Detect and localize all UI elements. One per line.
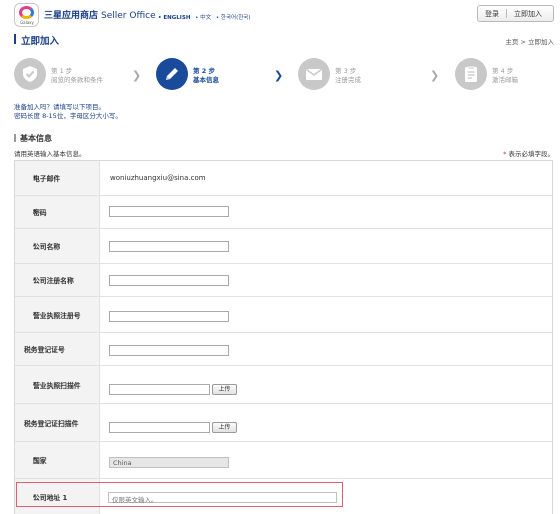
envelope-icon [298,58,330,90]
clipboard-icon [455,58,487,90]
lang-english[interactable]: • ENGLISH [158,15,190,21]
step-4-label: 第 4 步激活邮箱 [492,67,518,84]
section-title: 基本信息 [14,133,52,144]
step-3-label: 第 3 步注册完成 [335,67,361,84]
tax-scan-row: 税务登记证扫描件 上传 [15,404,552,442]
tax-upload-button[interactable]: 上传 [212,422,237,433]
galaxy-ring-icon [19,6,34,19]
language-selector: • ENGLISH • 中文 • 한국어(한국) [158,13,254,21]
signup-notes: 准备加入吗？请填写以下项目。 密码长度 8-15位，字母区分大小写。 [14,103,122,121]
note-line-2: 密码长度 8-15位，字母区分大小写。 [14,112,122,120]
address1-placeholder: 仅限英文输入。 [112,496,158,504]
signup-button[interactable]: 立即加入 [507,9,549,19]
address1-input[interactable]: 仅限英文输入。 [108,492,337,504]
password-label: 密码 * [15,196,100,228]
chevron-right-icon: ❯ [430,69,440,82]
email-label: 电子邮件 * [15,161,100,195]
section-hint: 请用英语输入基本信息。 [14,150,86,158]
chevron-right-icon: ❯ [132,69,142,82]
section-accent-bar [14,134,16,142]
company-reg-input[interactable] [109,275,229,286]
chevron-right-icon: ❯ [274,69,284,82]
license-upload-button[interactable]: 上传 [212,384,237,395]
email-row: 电子邮件 * woniuzhuangxiu@sina.com [15,161,552,196]
header: Galaxy 三星应用商店 Seller Office • ENGLISH • 中… [0,0,560,30]
country-row: 国家 * China [15,442,552,479]
breadcrumb: 主页 > 立即加入 [505,38,554,46]
login-button[interactable]: 登录 [478,9,506,19]
license-no-label: 营业执照注册号 * [15,297,100,332]
company-reg-label: 公司注册名称 * [15,264,100,296]
tax-scan-file-input[interactable] [109,422,210,433]
account-buttons: 登录 立即加入 [477,5,554,22]
page-title: 立即加入 [21,36,60,47]
title-accent-bar [14,34,16,44]
brand-title[interactable]: 三星应用商店 Seller Office [44,8,156,21]
note-line-1: 准备加入吗？请填写以下项目。 [14,103,105,111]
step-2-label: 第 2 步基本信息 [193,67,219,84]
brand-subtitle: Seller Office [101,11,156,21]
lang-chinese[interactable]: • 中文 [195,15,211,21]
country-field: China [109,457,229,468]
title-row: 立即加入 主页 > 立即加入 [0,30,560,48]
tax-no-input[interactable] [109,345,229,356]
license-no-row: 营业执照注册号 * [15,297,552,333]
brand-name: 三星应用商店 [44,11,99,21]
tax-no-row: 税务登记证号 [15,333,552,366]
password-input[interactable] [109,206,229,217]
license-scan-label: 营业执照扫描件 * [15,366,100,403]
required-note: * 表示必填字段。 [503,150,554,158]
license-no-input[interactable] [109,311,229,322]
country-label: 国家 * [15,442,100,478]
password-row: 密码 * [15,196,552,229]
company-row: 公司名称 * [15,229,552,264]
tax-scan-label: 税务登记证扫描件 [15,404,100,441]
email-value: woniuzhuangxiu@sina.com [110,174,206,182]
galaxy-logo[interactable]: Galaxy [14,3,39,27]
company-input[interactable] [109,241,229,252]
pencil-icon [156,58,188,90]
license-scan-row: 营业执照扫描件 * 上传 [15,366,552,404]
license-scan-file-input[interactable] [109,384,210,395]
lang-korean[interactable]: • 한국어(한국) [216,15,251,21]
signup-steps: 第 1 步阅览的条款和条件 ❯ 第 2 步基本信息 ❯ 第 3 步注册完成 ❯ … [0,57,560,97]
country-value: China [113,459,132,467]
company-reg-row: 公司注册名称 * [15,264,552,297]
basic-info-form: 电子邮件 * woniuzhuangxiu@sina.com 密码 * 公司名称… [14,160,553,514]
company-label: 公司名称 * [15,229,100,263]
step-1-label: 第 1 步阅览的条款和条件 [51,67,103,84]
logo-caption: Galaxy [20,20,34,25]
tax-no-label: 税务登记证号 [15,333,100,365]
shield-check-icon [14,58,46,90]
